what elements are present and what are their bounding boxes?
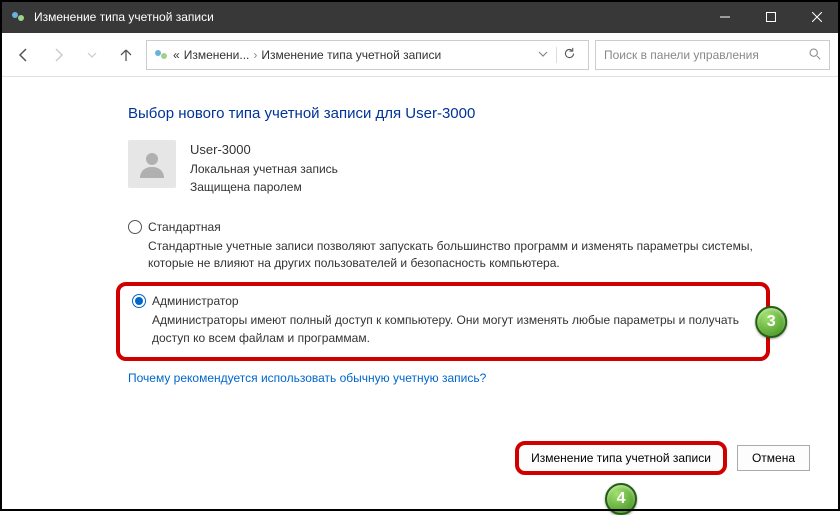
users-icon [153, 47, 169, 63]
breadcrumb-1[interactable]: Изменени... [184, 48, 250, 62]
window-title: Изменение типа учетной записи [34, 10, 702, 24]
help-link[interactable]: Почему рекомендуется использовать обычну… [128, 371, 486, 385]
change-type-button[interactable]: Изменение типа учетной записи [515, 441, 727, 475]
button-row: Изменение типа учетной записи 4 Отмена [515, 441, 810, 475]
app-icon [10, 9, 26, 25]
user-info: User-3000 Локальная учетная запись Защищ… [190, 140, 338, 196]
titlebar: Изменение типа учетной записи [0, 0, 840, 33]
cancel-label: Отмена [752, 451, 795, 465]
option-admin[interactable]: Администратор Администраторы имеют полны… [132, 294, 754, 347]
cancel-button[interactable]: Отмена [737, 445, 810, 471]
option-standard-label: Стандартная [148, 220, 221, 234]
navbar: « Изменени... › Изменение типа учетной з… [0, 33, 840, 77]
user-password-status: Защищена паролем [190, 178, 338, 196]
user-account-type: Локальная учетная запись [190, 160, 338, 178]
refresh-button[interactable] [556, 47, 582, 63]
change-type-label: Изменение типа учетной записи [531, 451, 711, 465]
annotation-badge-3: 3 [755, 306, 787, 338]
option-standard[interactable]: Стандартная Стандартные учетные записи п… [128, 220, 770, 273]
page-heading: Выбор нового типа учетной записи для Use… [128, 105, 770, 122]
option-admin-label: Администратор [152, 294, 239, 308]
back-button[interactable] [10, 41, 38, 69]
option-standard-desc: Стандартные учетные записи позволяют зап… [148, 238, 770, 273]
radio-admin[interactable] [132, 294, 146, 308]
close-button[interactable] [794, 0, 840, 33]
content: Выбор нового типа учетной записи для Use… [0, 77, 840, 387]
minimize-button[interactable] [702, 0, 748, 33]
chevron-right-icon: › [253, 48, 257, 62]
user-summary: User-3000 Локальная учетная запись Защищ… [128, 140, 770, 196]
crumb-prefix: « [173, 48, 180, 62]
recent-dropdown[interactable] [78, 41, 106, 69]
address-bar[interactable]: « Изменени... › Изменение типа учетной з… [146, 40, 589, 70]
forward-button[interactable] [44, 41, 72, 69]
up-button[interactable] [112, 41, 140, 69]
radio-standard[interactable] [128, 220, 142, 234]
annotation-badge-4: 4 [605, 483, 637, 515]
user-name: User-3000 [190, 140, 338, 160]
option-admin-desc: Администраторы имеют полный доступ к ком… [152, 312, 754, 347]
search-input[interactable]: Поиск в панели управления [595, 40, 830, 70]
search-icon [808, 47, 821, 63]
search-placeholder: Поиск в панели управления [604, 48, 759, 62]
highlight-admin: Администратор Администраторы имеют полны… [116, 282, 770, 361]
avatar [128, 140, 176, 188]
address-dropdown[interactable] [534, 48, 552, 62]
maximize-button[interactable] [748, 0, 794, 33]
breadcrumb-2[interactable]: Изменение типа учетной записи [261, 48, 441, 62]
